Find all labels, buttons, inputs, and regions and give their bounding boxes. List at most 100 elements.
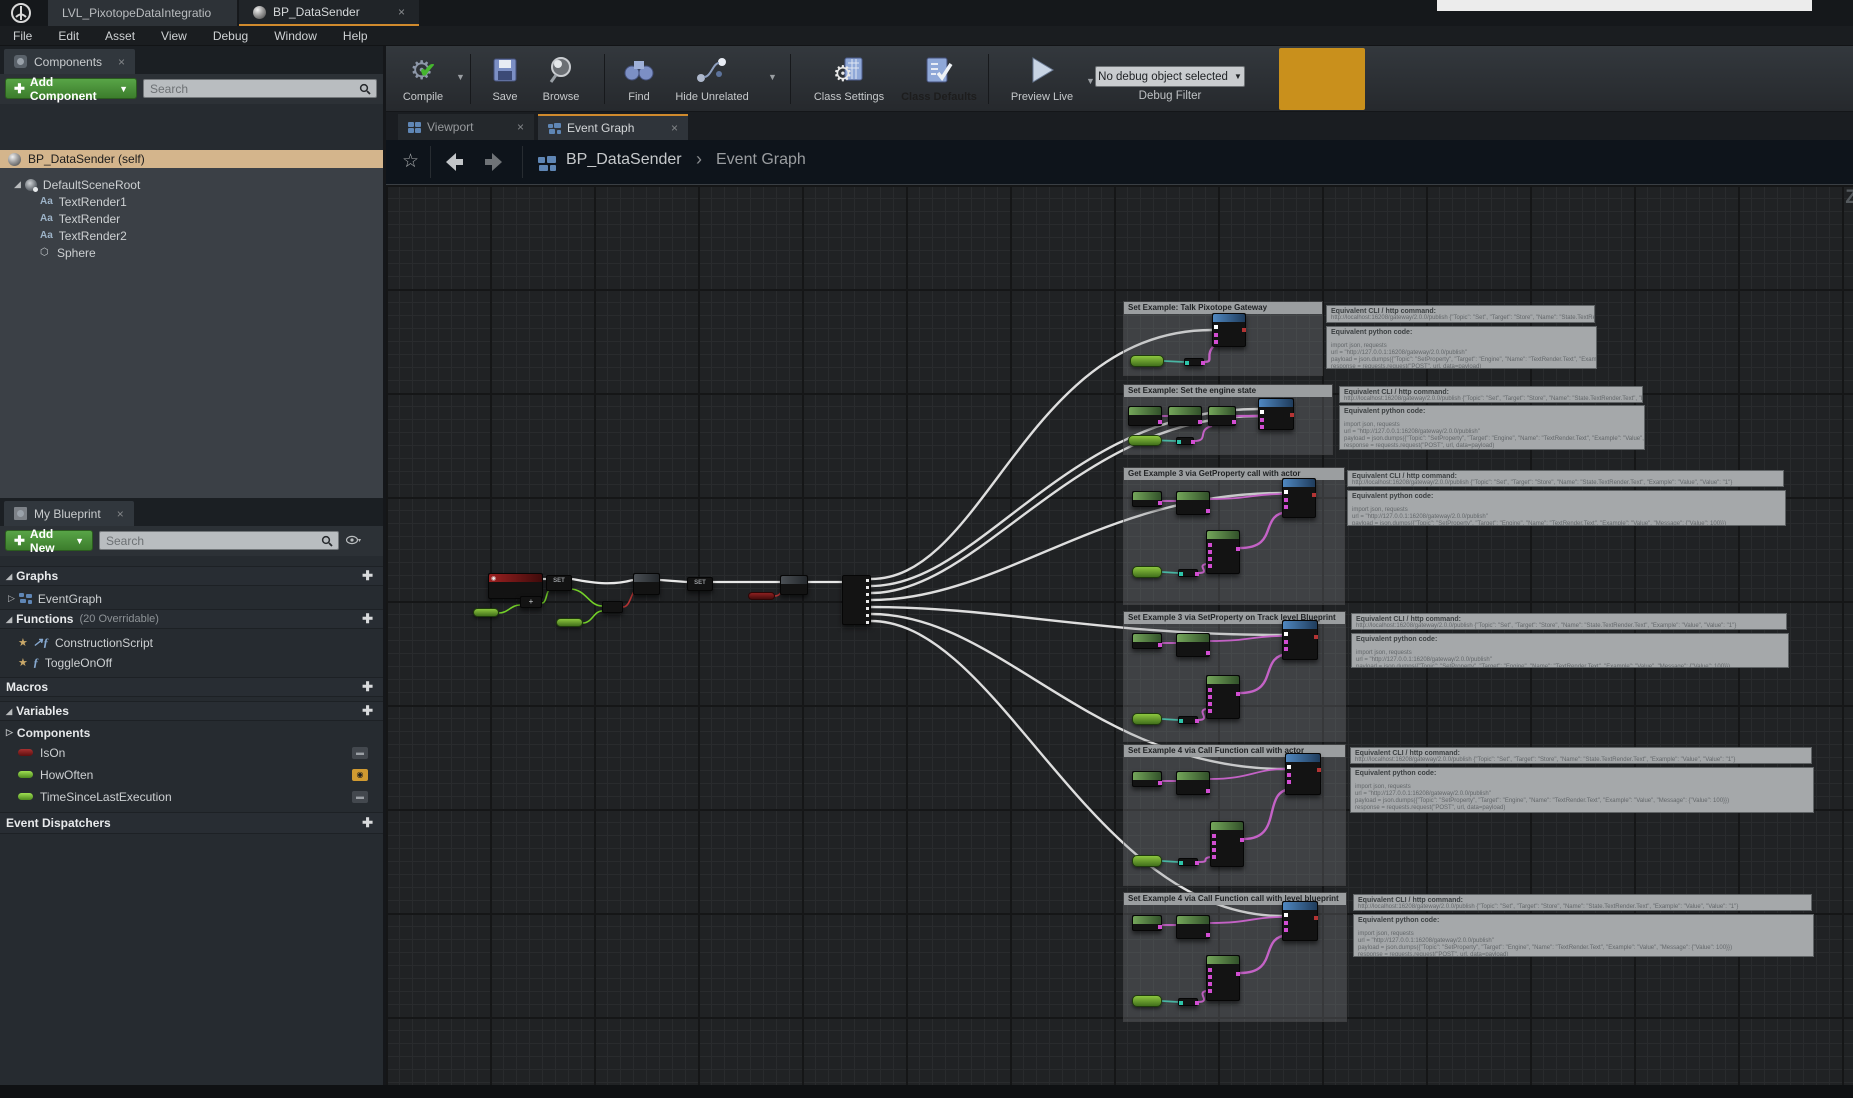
- pure-function-node[interactable]: [1128, 406, 1162, 426]
- cli-comment-box[interactable]: Equivalent CLI / http command:http://loc…: [1326, 305, 1595, 323]
- tab-my-blueprint[interactable]: My Blueprint ×: [4, 501, 134, 526]
- make-struct-node[interactable]: [1210, 821, 1244, 867]
- menu-help[interactable]: Help: [330, 29, 381, 43]
- level-tab[interactable]: LVL_PixotopeDataIntegratio: [48, 0, 238, 26]
- get-variable-pill[interactable]: [1132, 995, 1162, 1007]
- visibility-filter-eye-icon[interactable]: [346, 535, 361, 545]
- variable-row-howoften[interactable]: HowOften ◉: [18, 766, 376, 783]
- function-call-node[interactable]: [1258, 398, 1294, 430]
- compile-button[interactable]: ⚙✔ Compile: [394, 51, 452, 103]
- expand-arrow-icon[interactable]: ▷: [6, 727, 13, 738]
- variable-row-ison[interactable]: IsOn ▬: [18, 744, 376, 761]
- menu-window[interactable]: Window: [261, 29, 330, 43]
- get-variable-pill[interactable]: [1132, 566, 1162, 578]
- function-call-node[interactable]: [1282, 901, 1318, 941]
- convert-node[interactable]: [1178, 998, 1198, 1006]
- pure-function-node[interactable]: [1132, 633, 1162, 649]
- favorite-star-icon[interactable]: ☆: [402, 150, 419, 173]
- cli-comment-box[interactable]: Equivalent CLI / http command:http://loc…: [1353, 894, 1812, 911]
- pure-function-node[interactable]: [1176, 771, 1210, 795]
- pure-function-node[interactable]: [1132, 491, 1162, 507]
- browse-button[interactable]: Browse: [534, 51, 588, 103]
- add-node[interactable]: +: [520, 596, 542, 608]
- tree-item-textrender1[interactable]: Aa TextRender1: [40, 193, 127, 210]
- pure-function-node[interactable]: [1132, 771, 1162, 787]
- close-icon[interactable]: ×: [671, 121, 678, 135]
- list-item-constructionscript[interactable]: ★ ↗ƒ ConstructionScript: [18, 634, 153, 651]
- tree-item-textrender2[interactable]: Aa TextRender2: [40, 227, 127, 244]
- tab-components[interactable]: Components ×: [4, 49, 135, 74]
- back-arrow-icon[interactable]: [442, 151, 466, 173]
- menu-asset[interactable]: Asset: [92, 29, 148, 43]
- event-dispatchers-header[interactable]: Event Dispatchers ✚: [0, 812, 383, 834]
- add-function-icon[interactable]: ✚: [362, 611, 373, 627]
- tree-item-sphere[interactable]: ⬡ Sphere: [40, 244, 96, 261]
- add-new-button[interactable]: ✚ Add New ▼: [5, 530, 93, 551]
- get-variable-pill[interactable]: [1130, 355, 1164, 367]
- tree-item-defaultsceneroot[interactable]: ◢ DefaultSceneRoot: [14, 176, 140, 193]
- expand-arrow-icon[interactable]: ▷: [8, 593, 15, 604]
- python-comment-box[interactable]: Equivalent python code: import json, req…: [1353, 914, 1814, 957]
- menu-view[interactable]: View: [148, 29, 200, 43]
- pure-function-node[interactable]: [1208, 406, 1236, 426]
- pure-function-node[interactable]: [1176, 491, 1210, 515]
- function-call-node[interactable]: [1282, 620, 1318, 660]
- python-comment-box[interactable]: Equivalent python code: import json, req…: [1347, 490, 1786, 526]
- breadcrumb-asset[interactable]: BP_DataSender: [566, 151, 682, 169]
- close-icon[interactable]: ×: [118, 55, 125, 69]
- add-event-dispatcher-icon[interactable]: ✚: [362, 815, 373, 831]
- variables-header[interactable]: ◢ Variables ✚: [0, 701, 383, 721]
- pure-function-node[interactable]: [1176, 915, 1210, 939]
- add-variable-icon[interactable]: ✚: [362, 703, 373, 719]
- get-variable-pill[interactable]: [1132, 713, 1162, 725]
- find-button[interactable]: Find: [618, 51, 660, 103]
- menu-debug[interactable]: Debug: [200, 29, 261, 43]
- pure-function-node[interactable]: [1168, 406, 1202, 426]
- component-row-self[interactable]: BP_DataSender (self): [0, 150, 383, 168]
- set-node[interactable]: SET: [687, 577, 713, 591]
- set-variable-node[interactable]: [780, 575, 808, 595]
- close-icon[interactable]: ×: [398, 5, 405, 19]
- event-graph-canvas[interactable]: Z: [386, 185, 1853, 1098]
- list-item-toggleonoff[interactable]: ★ ƒ ToggleOnOff: [18, 654, 112, 671]
- expand-arrow-icon[interactable]: ◢: [14, 179, 21, 190]
- class-defaults-button[interactable]: Class Defaults: [896, 51, 982, 103]
- macros-header[interactable]: Macros ✚: [0, 677, 383, 697]
- add-macro-icon[interactable]: ✚: [362, 679, 373, 695]
- visibility-open-eye-icon[interactable]: ◉: [352, 769, 368, 781]
- convert-node[interactable]: [1178, 858, 1198, 866]
- function-call-node[interactable]: [1285, 753, 1321, 795]
- make-struct-node[interactable]: [1206, 530, 1240, 574]
- make-struct-node[interactable]: [1206, 675, 1240, 719]
- tab-viewport[interactable]: Viewport ×: [398, 114, 534, 140]
- hide-unrelated-button[interactable]: Hide Unrelated: [670, 51, 754, 103]
- forward-arrow-icon[interactable]: [482, 151, 506, 173]
- add-component-button[interactable]: ✚ Add Component ▼: [5, 78, 137, 99]
- cli-comment-box[interactable]: Equivalent CLI / http command:http://loc…: [1347, 470, 1784, 487]
- python-comment-box[interactable]: Equivalent python code: import json, req…: [1351, 633, 1789, 668]
- close-icon[interactable]: ×: [117, 507, 124, 521]
- function-call-node[interactable]: [1212, 313, 1246, 347]
- make-struct-node[interactable]: [1206, 955, 1240, 1001]
- menu-edit[interactable]: Edit: [45, 29, 92, 43]
- get-bool-variable-pill[interactable]: [748, 592, 775, 600]
- preview-live-chevron-icon[interactable]: ▼: [1086, 76, 1095, 86]
- get-variable-pill[interactable]: [473, 608, 499, 617]
- cli-comment-box[interactable]: Equivalent CLI / http command:http://loc…: [1339, 386, 1643, 403]
- cli-comment-box[interactable]: Equivalent CLI / http command:http://loc…: [1350, 747, 1812, 764]
- graphs-header[interactable]: ◢ Graphs ✚: [0, 566, 383, 586]
- save-button[interactable]: Save: [482, 51, 528, 103]
- preview-live-button[interactable]: Preview Live: [1004, 51, 1080, 103]
- set-node[interactable]: SET: [546, 575, 572, 591]
- list-item-eventgraph[interactable]: ▷ EventGraph: [8, 590, 102, 607]
- pure-function-node[interactable]: [1176, 633, 1210, 657]
- tab-event-graph[interactable]: Event Graph ×: [538, 114, 688, 140]
- compare-node[interactable]: [602, 601, 623, 613]
- branch-node[interactable]: [633, 573, 660, 595]
- variable-row-timesincelastexecution[interactable]: TimeSinceLastExecution ▬: [18, 788, 376, 805]
- python-comment-box[interactable]: Equivalent python code: import json, req…: [1339, 405, 1645, 450]
- get-variable-pill[interactable]: [1128, 435, 1162, 446]
- close-icon[interactable]: ×: [517, 120, 524, 134]
- components-search-input[interactable]: [144, 82, 359, 96]
- variables-components-group[interactable]: ▷ Components: [6, 724, 90, 741]
